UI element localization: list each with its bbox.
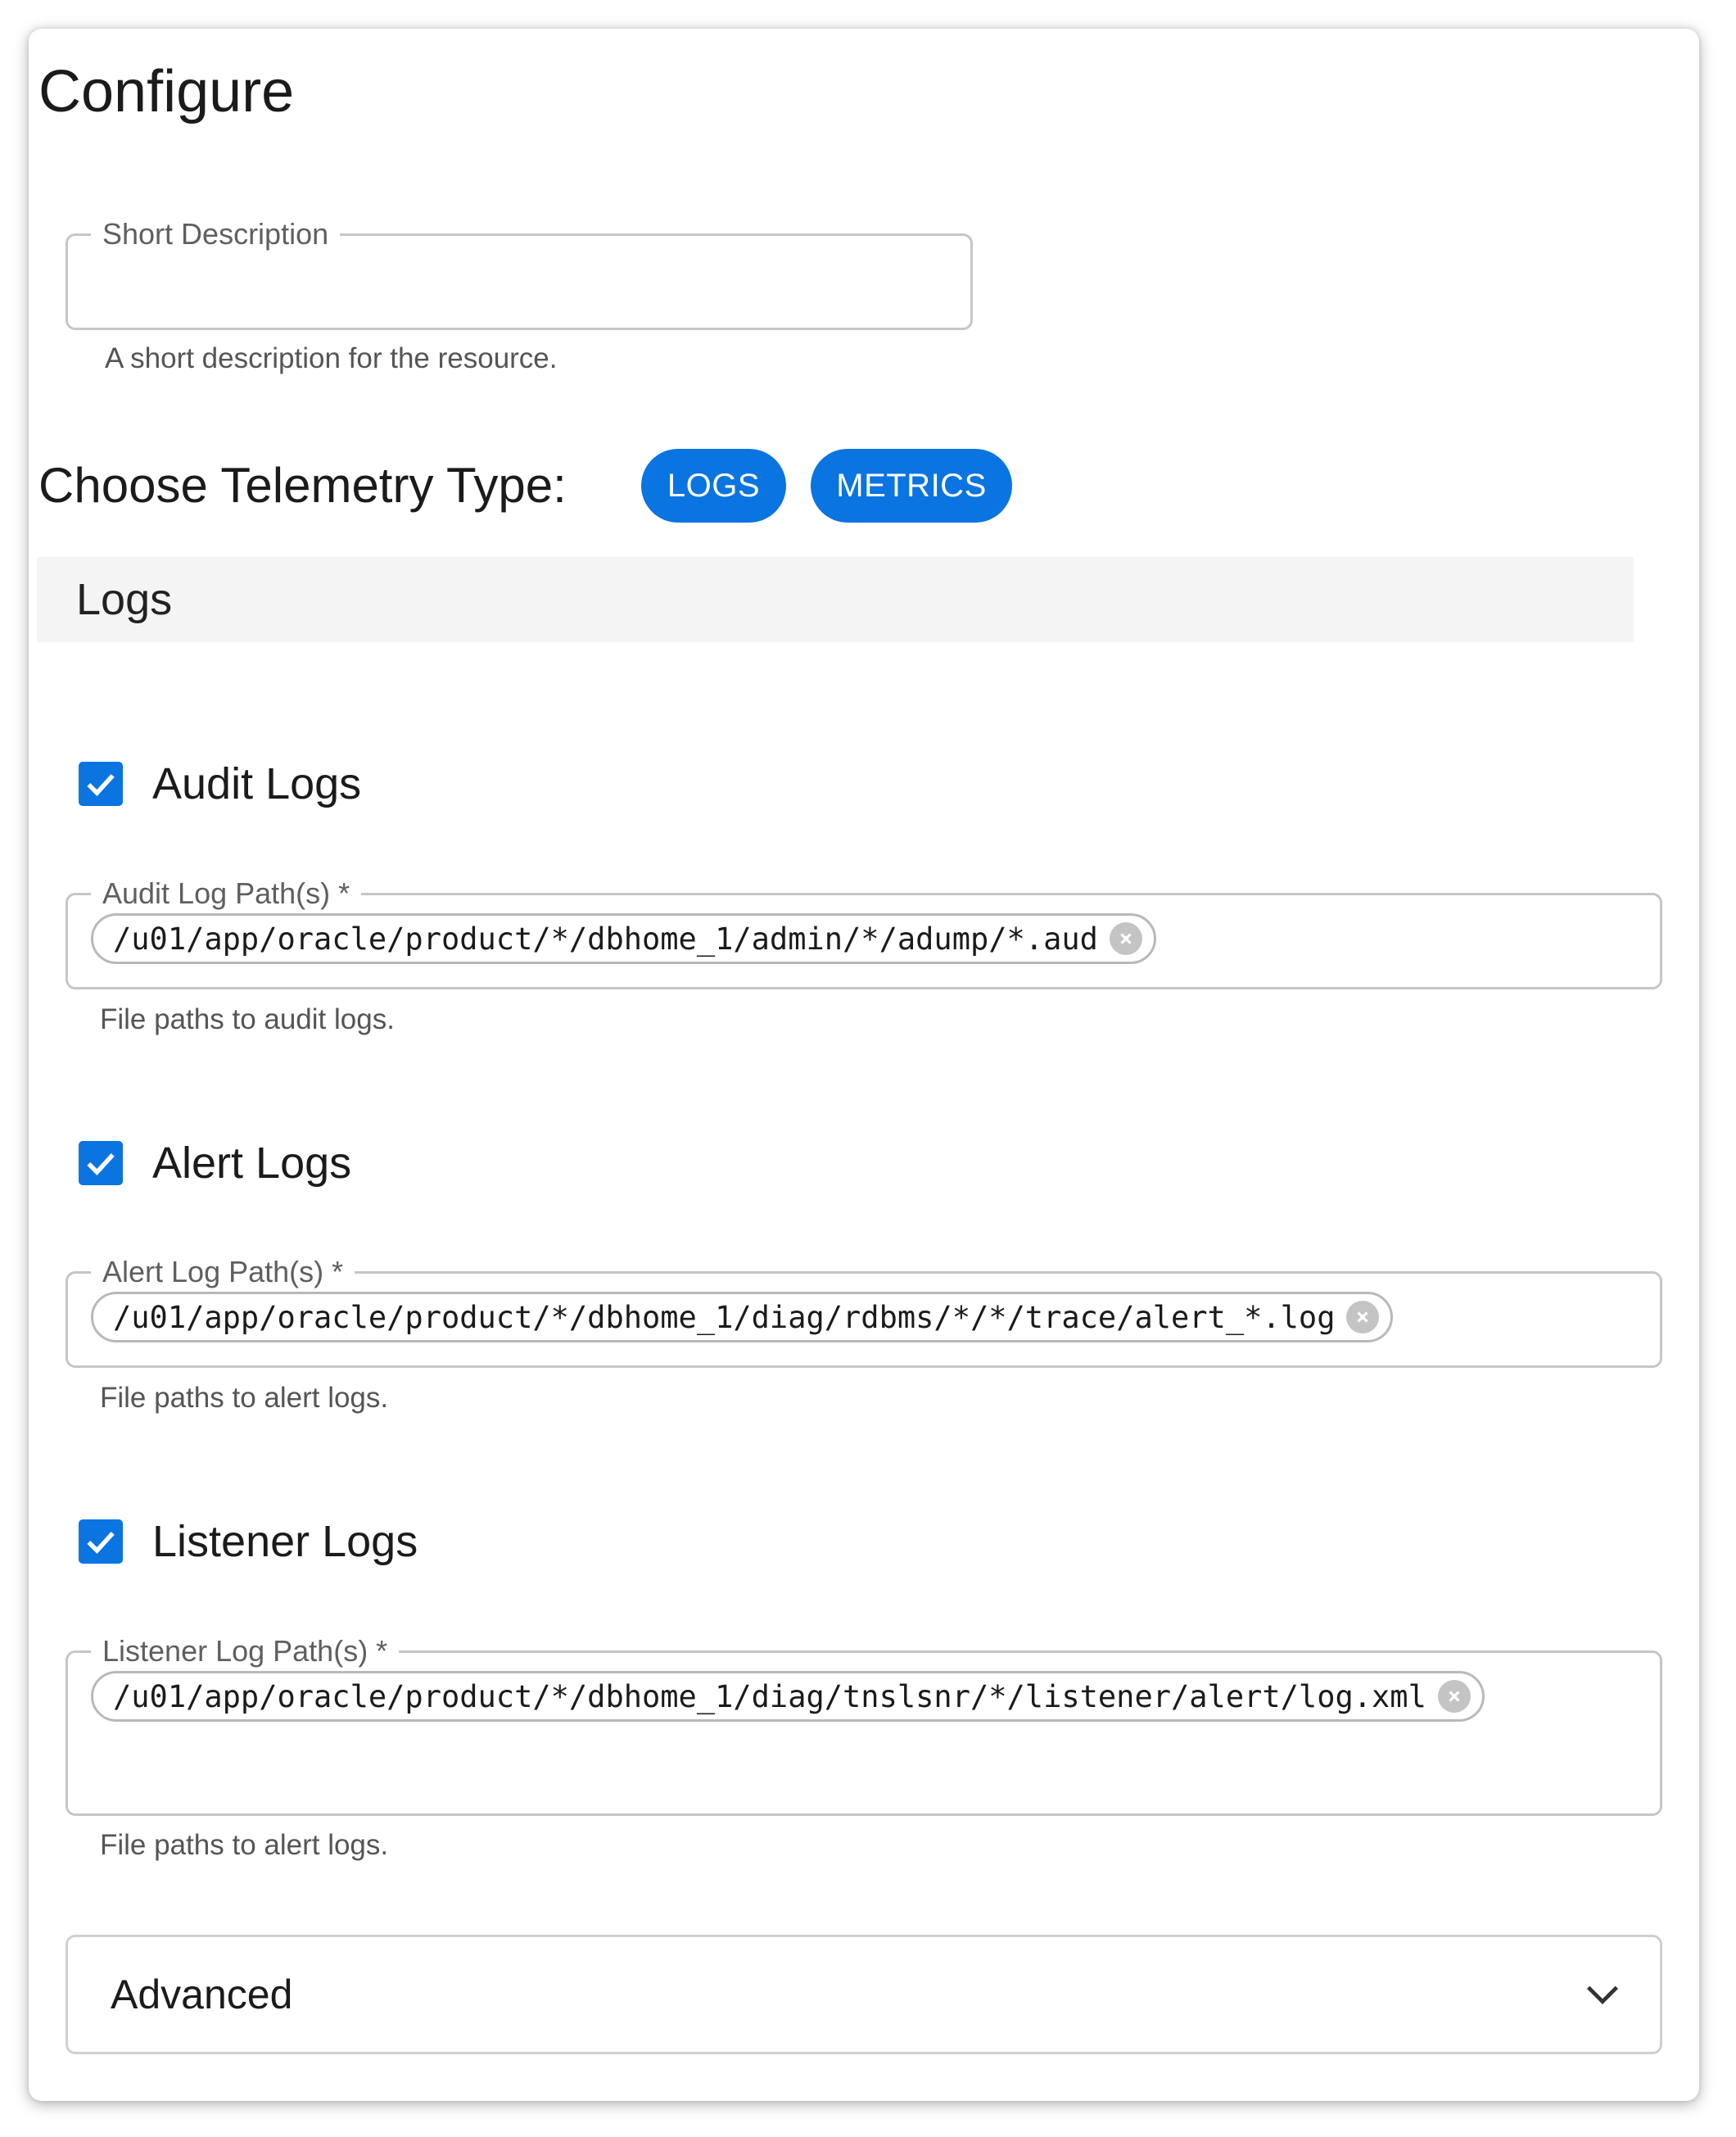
- checkmark-icon: [87, 1153, 115, 1175]
- remove-chip-icon[interactable]: [1109, 922, 1142, 955]
- audit-logs-checkbox-row[interactable]: Audit Logs: [79, 758, 361, 809]
- listener-log-path-chip: /u01/app/oracle/product/*/dbhome_1/diag/…: [91, 1671, 1485, 1722]
- alert-logs-checkbox-row[interactable]: Alert Logs: [79, 1138, 351, 1188]
- logs-button[interactable]: LOGS: [641, 449, 786, 523]
- listener-logs-checkbox-row[interactable]: Listener Logs: [79, 1516, 418, 1567]
- audit-logs-checkbox[interactable]: [79, 762, 123, 806]
- telemetry-type-label: Choose Telemetry Type:: [38, 458, 567, 513]
- alert-logs-checkbox[interactable]: [79, 1141, 123, 1185]
- audit-log-path-text: /u01/app/oracle/product/*/dbhome_1/admin…: [113, 921, 1098, 957]
- listener-log-paths-field[interactable]: Listener Log Path(s) * /u01/app/oracle/p…: [66, 1633, 1662, 1816]
- audit-log-paths-helper: File paths to audit logs.: [100, 1003, 395, 1035]
- page-title: Configure: [38, 59, 295, 125]
- short-description-field[interactable]: Short Description: [66, 216, 973, 330]
- alert-log-paths-field[interactable]: Alert Log Path(s) * /u01/app/oracle/prod…: [66, 1254, 1662, 1368]
- alert-log-path-text: /u01/app/oracle/product/*/dbhome_1/diag/…: [113, 1299, 1336, 1335]
- audit-logs-label: Audit Logs: [152, 759, 362, 808]
- listener-log-paths-label: Listener Log Path(s) *: [91, 1633, 400, 1669]
- alert-log-paths-helper: File paths to alert logs.: [100, 1382, 389, 1414]
- checkmark-icon: [87, 774, 115, 796]
- alert-log-path-chip: /u01/app/oracle/product/*/dbhome_1/diag/…: [91, 1292, 1394, 1342]
- chevron-down-icon: [1586, 1985, 1619, 2005]
- listener-log-paths-helper: File paths to alert logs.: [100, 1829, 389, 1861]
- audit-log-path-chip: /u01/app/oracle/product/*/dbhome_1/admin…: [91, 913, 1156, 964]
- short-description-helper: A short description for the resource.: [105, 342, 558, 374]
- remove-chip-icon[interactable]: [1346, 1301, 1380, 1333]
- advanced-label: Advanced: [111, 1972, 293, 2017]
- logs-section-title: Logs: [76, 575, 173, 624]
- audit-log-paths-label: Audit Log Path(s) *: [91, 876, 362, 912]
- remove-chip-icon[interactable]: [1437, 1680, 1471, 1713]
- logs-section-header: Logs: [37, 557, 1634, 642]
- short-description-label: Short Description: [91, 216, 341, 252]
- listener-log-path-text: /u01/app/oracle/product/*/dbhome_1/diag/…: [113, 1678, 1426, 1714]
- listener-logs-label: Listener Logs: [152, 1517, 418, 1566]
- checkmark-icon: [87, 1532, 115, 1554]
- advanced-accordion[interactable]: Advanced: [66, 1935, 1662, 2054]
- audit-log-paths-field[interactable]: Audit Log Path(s) * /u01/app/oracle/prod…: [66, 876, 1662, 989]
- metrics-button[interactable]: METRICS: [811, 449, 1012, 523]
- listener-logs-checkbox[interactable]: [79, 1519, 123, 1564]
- alert-log-paths-label: Alert Log Path(s) *: [91, 1254, 355, 1290]
- alert-logs-label: Alert Logs: [152, 1139, 352, 1188]
